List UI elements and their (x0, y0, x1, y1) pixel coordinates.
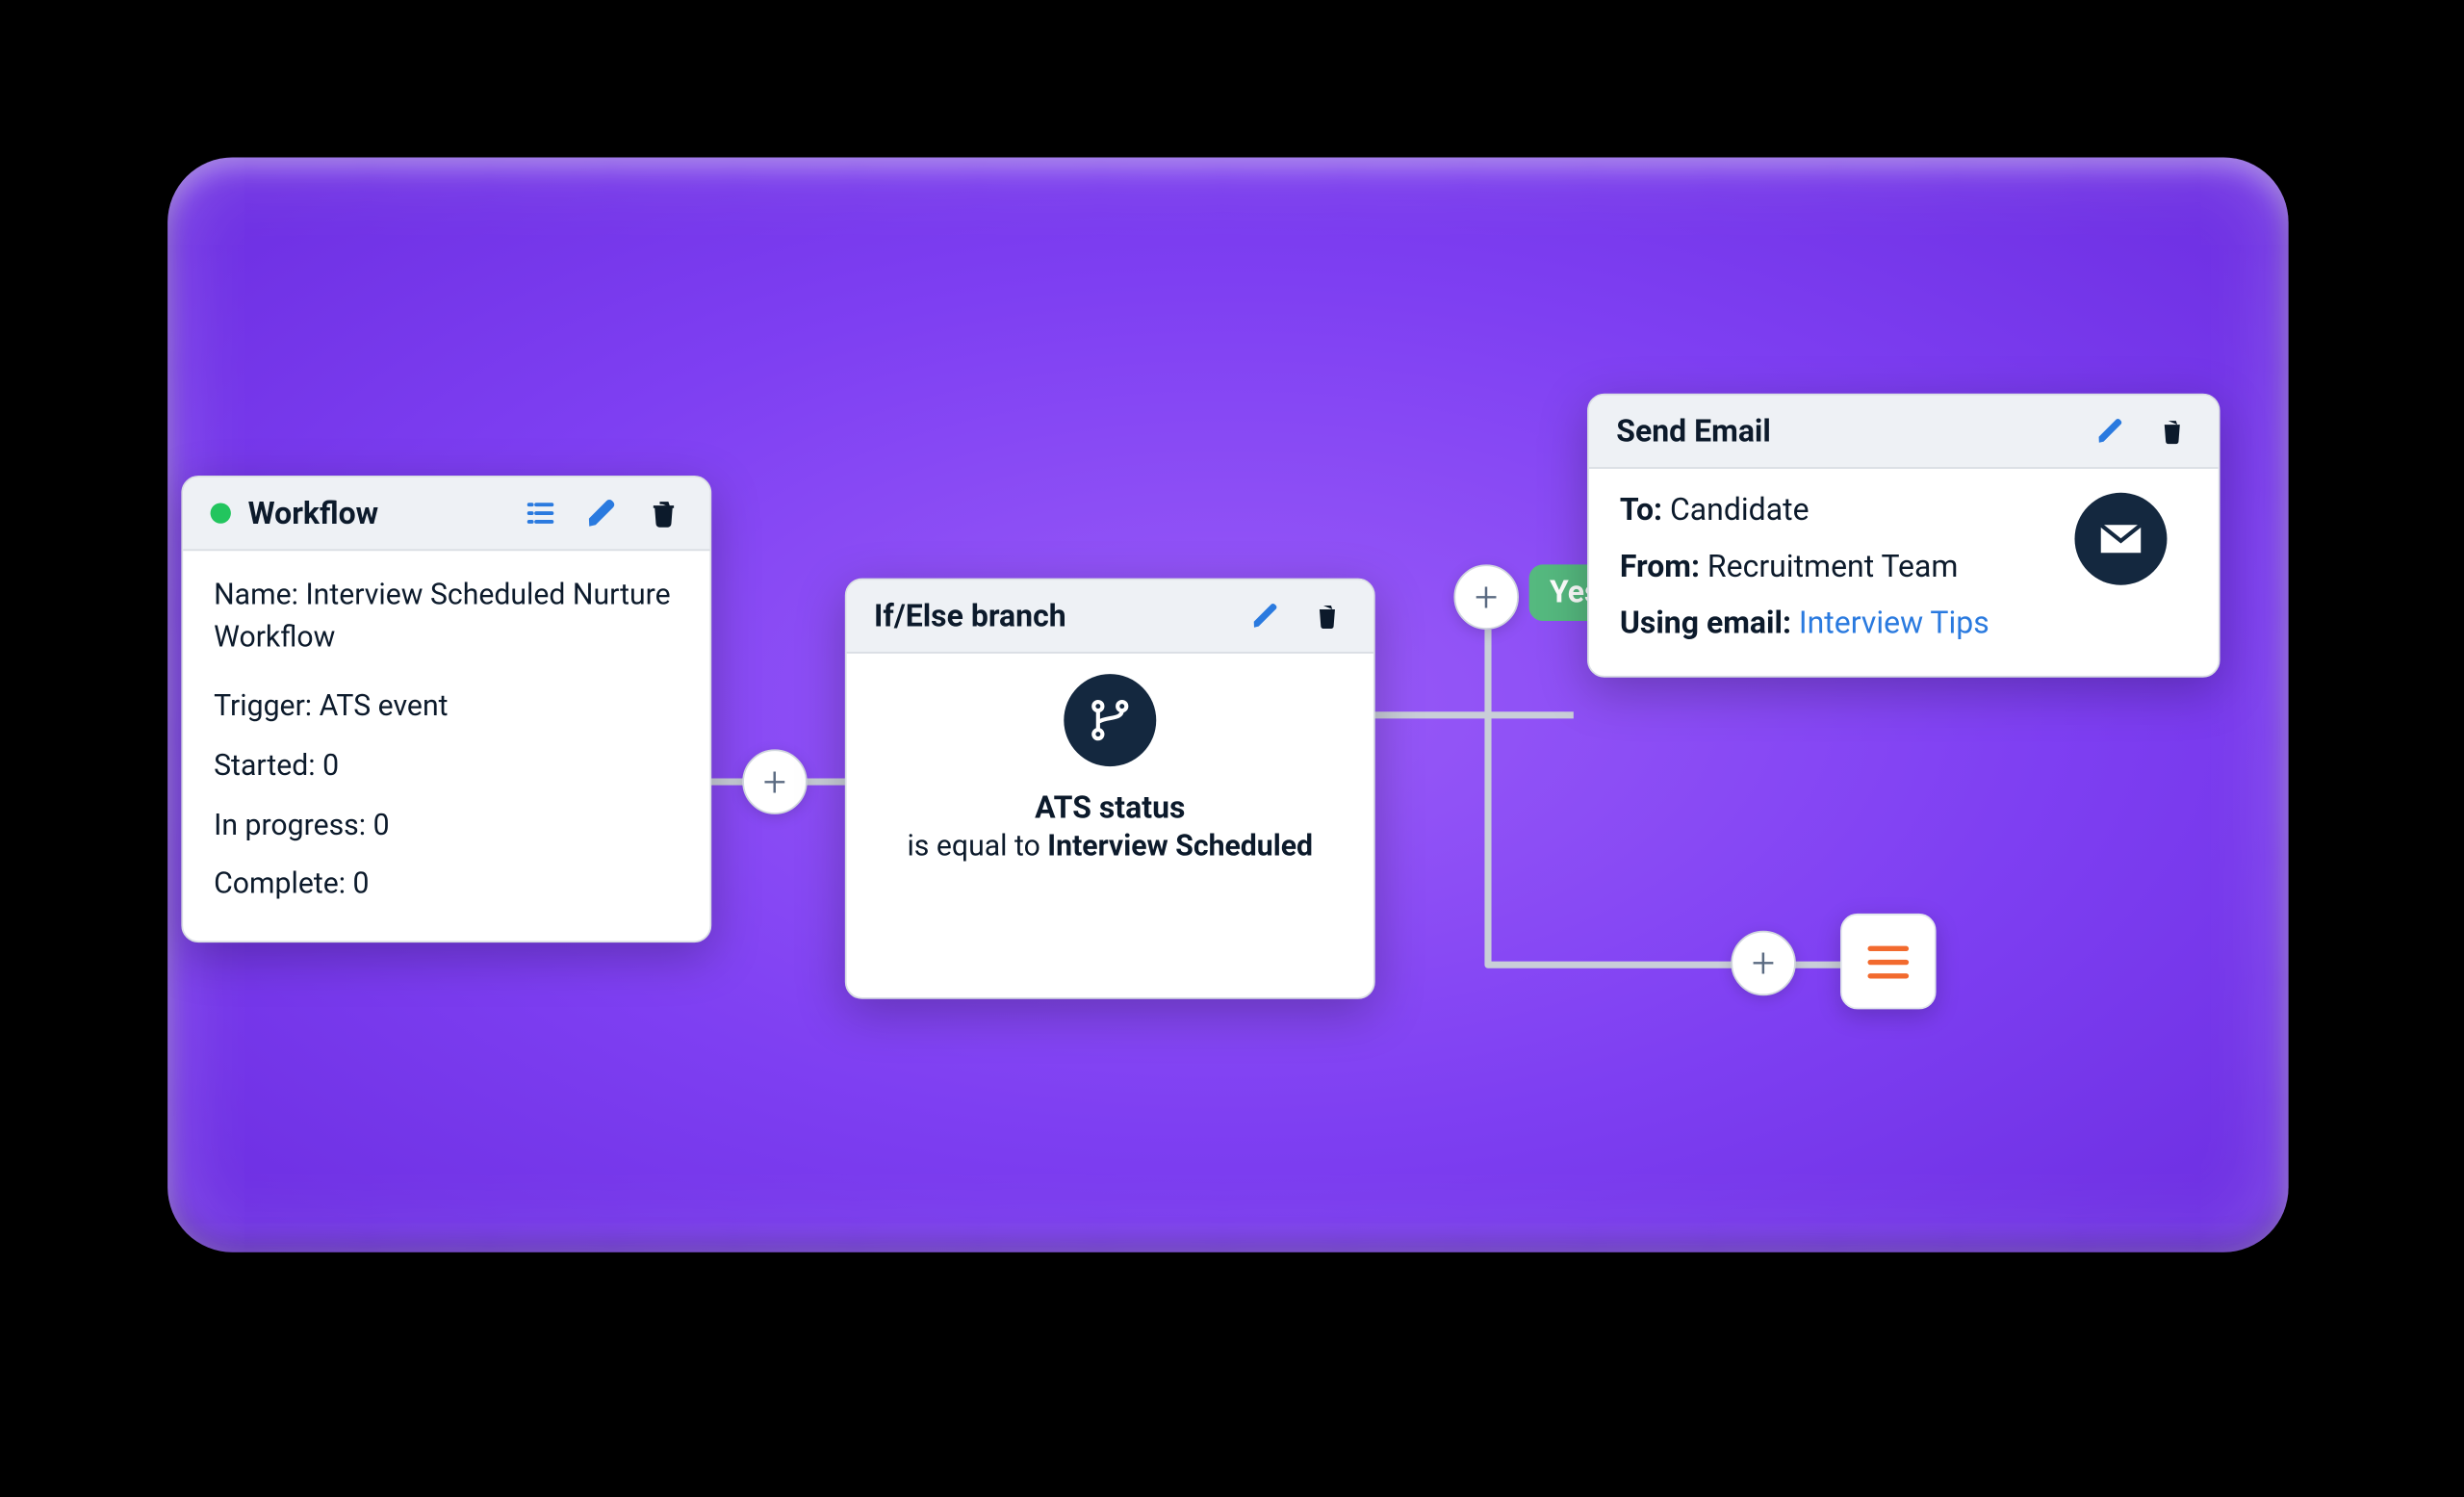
condition-field: ATS status (1035, 790, 1185, 826)
trash-icon[interactable] (1308, 597, 1346, 634)
add-node-button[interactable] (1453, 564, 1519, 630)
workflow-card-body: Name: Interview Scheduled Nurture Workfl… (183, 551, 709, 941)
pencil-icon[interactable] (1246, 597, 1284, 634)
started-label: Started: (214, 749, 315, 784)
menu-icon (1867, 945, 1909, 978)
to-value: Candidate (1670, 493, 1810, 529)
envelope-icon (2075, 493, 2168, 585)
condition-text: ATS status is equal to Interview Schedul… (878, 790, 1343, 864)
email-card: Send Email To: Candidate (1587, 394, 2220, 678)
condition-card: If/Else branch ATS s (845, 579, 1375, 999)
pencil-icon[interactable] (583, 495, 621, 532)
inprogress-value: 0 (373, 809, 390, 843)
name-label: Name: (214, 579, 298, 613)
trash-icon[interactable] (2153, 412, 2191, 450)
to-label: To: (1620, 493, 1662, 529)
add-node-button[interactable] (742, 749, 808, 814)
using-value-link[interactable]: Interview Tips (1799, 606, 1989, 641)
condition-value: Interview Scheduled (1047, 830, 1313, 865)
condition-card-header: If/Else branch (847, 580, 1373, 653)
add-node-button[interactable] (1731, 931, 1796, 996)
trigger-value: ATS event (320, 690, 449, 725)
condition-title: If/Else branch (874, 598, 1066, 633)
workflow-title: Workflow (248, 495, 379, 530)
from-label: From: (1620, 549, 1700, 584)
condition-prefix: is equal to (907, 830, 1047, 865)
trash-icon[interactable] (645, 495, 682, 532)
complete-label: Complete: (214, 867, 346, 902)
pencil-icon[interactable] (2092, 412, 2129, 450)
inprogress-label: In progress: (214, 809, 366, 843)
list-icon[interactable] (522, 495, 559, 532)
from-value: Recruitment Team (1707, 549, 1959, 584)
email-title: Send Email (1616, 413, 1771, 449)
git-branch-icon (1064, 674, 1156, 766)
started-value: 0 (322, 749, 339, 784)
workflow-card-header: Workflow (183, 477, 709, 551)
end-node[interactable] (1840, 914, 1937, 1010)
trigger-label: Trigger: (214, 690, 312, 725)
workflow-card: Workflow Name: Interview Scheduled Nurtu… (181, 476, 711, 942)
email-card-header: Send Email (1589, 395, 2219, 468)
using-label: Using email: (1620, 606, 1791, 641)
complete-value: 0 (353, 867, 370, 902)
status-dot-icon (211, 503, 231, 523)
